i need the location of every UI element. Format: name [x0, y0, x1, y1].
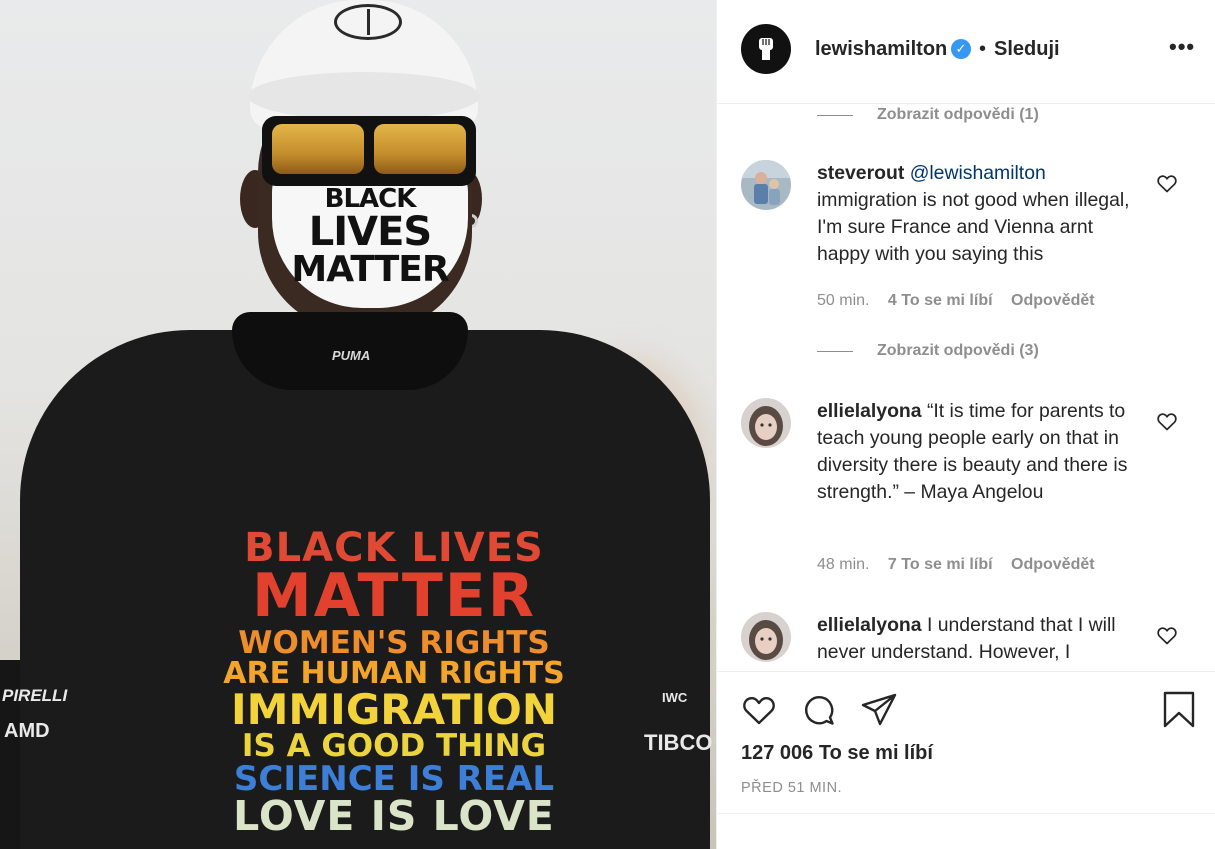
comment-meta: 50 min. 4 To se mi líbí Odpovědět: [817, 292, 1109, 310]
post-actions: 127 006 To se mi líbí PŘED 51 MIN.: [717, 671, 1215, 811]
profile-avatar[interactable]: [741, 24, 791, 74]
heart-icon[interactable]: [1155, 171, 1179, 195]
sponsor-logo: PIRELLI: [2, 686, 68, 705]
view-replies-button[interactable]: Zobrazit odpovědi (1): [817, 106, 1039, 124]
following-button[interactable]: Sleduji: [994, 38, 1060, 61]
shirt-line: MATTER: [252, 561, 536, 631]
comment-item: ellielalyona “It is time for parents to …: [741, 398, 1211, 578]
more-options-icon[interactable]: •••: [1169, 34, 1195, 60]
comment-username[interactable]: ellielalyona: [817, 614, 922, 636]
comment-content: immigration is not good when illegal, I'…: [817, 189, 1130, 265]
heart-icon[interactable]: [739, 690, 779, 730]
add-comment-area[interactable]: [717, 813, 1215, 849]
commenter-avatar[interactable]: [741, 398, 791, 448]
comment-time[interactable]: 48 min.: [817, 556, 869, 573]
shirt-line: SCIENCE IS REAL: [233, 759, 555, 799]
sunglasses-lens: [374, 124, 466, 174]
likes-count[interactable]: 127 006 To se mi líbí: [741, 742, 933, 765]
replies-line: [817, 350, 853, 352]
sponsor-logo: IWC: [662, 690, 688, 705]
raised-fist-icon: [759, 38, 773, 60]
comment-text: steverout @lewishamilton immigration is …: [817, 160, 1137, 268]
shirt-line: IS A GOOD THING: [241, 728, 547, 764]
comment-meta: 48 min. 7 To se mi líbí Odpovědět: [817, 556, 1109, 574]
view-replies-label: Zobrazit odpovědi (3): [877, 342, 1039, 359]
mask-line: MATTER: [291, 249, 449, 290]
sunglasses-lens: [272, 124, 364, 174]
reply-button[interactable]: Odpovědět: [1011, 556, 1095, 573]
comment-likes[interactable]: 4 To se mi líbí: [888, 292, 993, 309]
shirt-line: WOMEN'S RIGHTS: [238, 625, 550, 661]
mask-line: LIVES: [308, 209, 432, 255]
commenter-avatar[interactable]: [741, 160, 791, 210]
view-replies-label: Zobrazit odpovědi (1): [877, 106, 1039, 123]
comment-text: ellielalyona “It is time for parents to …: [817, 398, 1137, 506]
post-side-panel: lewishamilton ✓ • Sleduji ••• Zobrazit o…: [716, 0, 1215, 849]
post-header: lewishamilton ✓ • Sleduji •••: [717, 0, 1215, 104]
neck-brand: PUMA: [332, 348, 371, 363]
comment-mention[interactable]: @lewishamilton: [910, 162, 1046, 184]
heart-icon[interactable]: [1155, 623, 1179, 647]
verified-badge-icon: ✓: [951, 39, 971, 59]
commenter-avatar[interactable]: [741, 612, 791, 662]
sunglasses: [262, 116, 476, 186]
comment-item: ellielalyona I understand that I will ne…: [741, 612, 1211, 671]
comment-icon[interactable]: [799, 690, 839, 730]
reply-button[interactable]: Odpovědět: [1011, 292, 1095, 309]
comment-item: steverout @lewishamilton immigration is …: [741, 160, 1211, 320]
header-separator: •: [979, 38, 987, 60]
comments-list[interactable]: Zobrazit odpovědi (1) steverout @lewisha…: [717, 104, 1215, 671]
bookmark-icon[interactable]: [1159, 690, 1199, 730]
shirt-line: IMMIGRATION: [230, 685, 558, 734]
shirt-line: LOVE IS LOVE: [233, 792, 555, 840]
comment-likes[interactable]: 7 To se mi líbí: [888, 556, 993, 573]
header-username[interactable]: lewishamilton: [815, 38, 947, 61]
paper-plane-icon[interactable]: [859, 690, 899, 730]
comment-time[interactable]: 50 min.: [817, 292, 869, 309]
comment-username[interactable]: ellielalyona: [817, 400, 922, 422]
heart-icon[interactable]: [1155, 409, 1179, 433]
view-replies-button[interactable]: Zobrazit odpovědi (3): [817, 342, 1039, 360]
shirt-print: BLACK LIVES MATTER WOMEN'S RIGHTS ARE HU…: [214, 528, 574, 837]
post-photo[interactable]: PIRELLI AMD TIBCO IWC PUMA BLACK LIVES M…: [0, 0, 716, 849]
sponsor-logo: AMD: [4, 720, 50, 742]
sponsor-logo: TIBCO: [644, 730, 713, 755]
comment-text: ellielalyona I understand that I will ne…: [817, 612, 1137, 666]
comment-username[interactable]: steverout: [817, 162, 904, 184]
neck-collar: PUMA: [232, 312, 468, 390]
posted-time[interactable]: PŘED 51 MIN.: [741, 780, 842, 796]
replies-line: [817, 114, 853, 116]
mercedes-star-icon: [334, 4, 402, 40]
cap-brim: [248, 72, 480, 120]
